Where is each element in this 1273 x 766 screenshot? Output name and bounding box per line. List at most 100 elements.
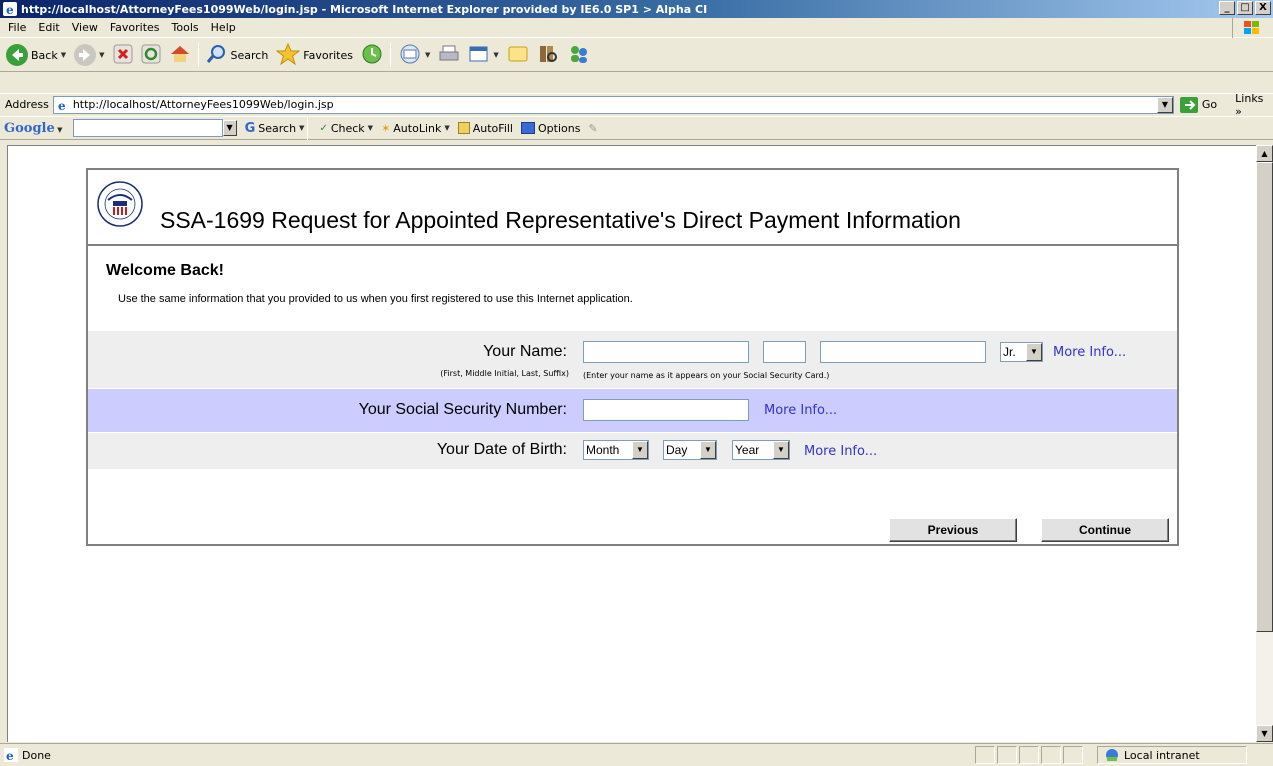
scroll-up-icon[interactable]: ▲	[1256, 145, 1273, 162]
home-button[interactable]	[165, 41, 195, 69]
toolbar-separator	[307, 116, 309, 140]
ssn-input[interactable]	[583, 399, 749, 421]
go-button[interactable]: Go	[1179, 96, 1218, 113]
back-dropdown-icon[interactable]: ▼	[61, 51, 66, 59]
menu-view[interactable]: View	[66, 21, 104, 34]
google-logo[interactable]: Google ▼	[4, 121, 63, 136]
maximize-button[interactable]: □	[1237, 1, 1253, 15]
suffix-value: Jr.	[1003, 345, 1016, 359]
menu-edit[interactable]: Edit	[32, 21, 65, 34]
edit-button[interactable]: ▼	[464, 41, 502, 69]
address-dropdown-icon[interactable]: ▼	[1156, 96, 1173, 113]
intro-text: Use the same information that you provid…	[118, 293, 633, 305]
google-search-input[interactable]	[72, 119, 223, 137]
autofill-icon	[457, 122, 470, 134]
discuss-button[interactable]	[503, 41, 533, 69]
pencil-icon: ✎	[588, 121, 598, 135]
suffix-select[interactable]: Jr. ▼	[1000, 342, 1043, 362]
stop-icon	[113, 44, 133, 67]
menu-help[interactable]: Help	[205, 21, 242, 34]
continue-button[interactable]: Continue	[1041, 518, 1169, 542]
status-cell	[1041, 746, 1061, 764]
back-button[interactable]: Back ▼	[2, 41, 70, 69]
middle-initial-input[interactable]	[763, 341, 806, 363]
dob-more-info-link[interactable]: More Info...	[804, 444, 877, 459]
autofill-button[interactable]: AutoFill	[457, 122, 513, 135]
month-select[interactable]: Month ▼	[583, 440, 649, 460]
refresh-button[interactable]	[137, 41, 165, 69]
vertical-scrollbar[interactable]: ▲ ▼	[1256, 145, 1273, 742]
discuss-icon	[507, 44, 529, 67]
address-input[interactable]: e http://localhost/AttorneyFees1099Web/l…	[52, 95, 1174, 114]
security-zone[interactable]: Local intranet	[1097, 746, 1247, 764]
autolink-icon: ✶	[381, 121, 391, 135]
name-row: Your Name: (First, Middle Initial, Last,…	[88, 331, 1177, 388]
autolink-button[interactable]: ✶ AutoLink ▼	[381, 122, 450, 135]
google-search-dropdown-icon[interactable]: ▼	[222, 120, 237, 136]
research-button[interactable]	[533, 41, 563, 69]
refresh-icon	[141, 44, 161, 67]
window-title-bar[interactable]: e http://localhost/AttorneyFees1099Web/l…	[0, 0, 1273, 18]
first-name-input[interactable]	[583, 341, 749, 363]
svg-text:e: e	[6, 3, 14, 16]
spell-check-button[interactable]: ✓ Check ▼	[319, 122, 373, 135]
edit-dropdown-icon[interactable]: ▼	[493, 51, 498, 59]
ie-icon: e	[3, 2, 17, 16]
mail-icon	[398, 43, 422, 68]
forward-dropdown-icon[interactable]: ▼	[99, 51, 104, 59]
check-label: Check	[330, 121, 365, 135]
stop-button[interactable]	[109, 41, 137, 69]
print-button[interactable]	[434, 41, 464, 69]
address-url: http://localhost/AttorneyFees1099Web/log…	[72, 98, 334, 111]
year-select[interactable]: Year ▼	[732, 440, 790, 460]
options-button[interactable]: Options	[521, 122, 580, 135]
scroll-thumb[interactable]	[1256, 162, 1273, 632]
menu-file[interactable]: File	[2, 21, 32, 34]
messenger-button[interactable]	[563, 41, 595, 69]
search-button[interactable]: Search	[202, 41, 273, 69]
links-button[interactable]: Links »	[1235, 92, 1273, 118]
google-menu-icon[interactable]: ▼	[55, 125, 62, 134]
google-toolbar: Google ▼ ▼ G Search ▼ ✓ Check ▼ ✶ AutoLi…	[0, 116, 1273, 140]
close-button[interactable]: X	[1255, 1, 1271, 15]
google-g-icon: G	[244, 120, 256, 136]
scroll-down-icon[interactable]: ▼	[1256, 725, 1273, 742]
go-label: Go	[1201, 98, 1218, 111]
mail-button[interactable]: ▼	[394, 41, 434, 69]
mail-dropdown-icon[interactable]: ▼	[425, 51, 430, 59]
menu-tools[interactable]: Tools	[166, 21, 205, 34]
autolink-dropdown-icon[interactable]: ▼	[444, 124, 449, 132]
highlight-button[interactable]: ✎	[588, 122, 597, 135]
ssa-seal-icon	[97, 181, 143, 227]
browser-content: SSA-1699 Request for Appointed Represent…	[7, 145, 1256, 742]
favorites-button[interactable]: Favorites	[272, 41, 357, 69]
history-button[interactable]	[357, 41, 387, 69]
menu-favorites[interactable]: Favorites	[104, 21, 166, 34]
options-icon	[521, 122, 535, 134]
google-search-menu-icon[interactable]: ▼	[299, 124, 304, 132]
window-title: http://localhost/AttorneyFees1099Web/log…	[21, 2, 708, 16]
month-value: Month	[586, 443, 620, 457]
print-icon	[438, 44, 460, 67]
research-icon	[537, 43, 559, 68]
go-arrow-icon	[1179, 96, 1198, 113]
standard-toolbar: Back ▼ ▼ Search Favorites ▼ ▼	[0, 39, 1273, 72]
name-more-info-link[interactable]: More Info...	[1053, 345, 1126, 360]
ssn-more-info-link[interactable]: More Info...	[764, 403, 837, 418]
home-icon	[169, 44, 191, 67]
ssn-row: Your Social Security Number: More Info..…	[88, 389, 1177, 432]
search-icon	[206, 43, 228, 68]
previous-button[interactable]: Previous	[889, 518, 1017, 542]
chevron-down-icon: ▼	[700, 441, 716, 459]
forward-button[interactable]: ▼	[70, 41, 108, 69]
google-search-button[interactable]: G Search ▼	[245, 121, 305, 136]
day-select[interactable]: Day ▼	[663, 440, 717, 460]
status-cell	[1019, 746, 1039, 764]
last-name-input[interactable]	[820, 341, 986, 363]
address-label: Address	[5, 98, 49, 111]
status-cell	[997, 746, 1017, 764]
search-label: Search	[230, 48, 269, 62]
minimize-button[interactable]: _	[1219, 1, 1235, 15]
check-dropdown-icon[interactable]: ▼	[368, 124, 373, 132]
chevron-down-icon: ▼	[773, 441, 789, 459]
